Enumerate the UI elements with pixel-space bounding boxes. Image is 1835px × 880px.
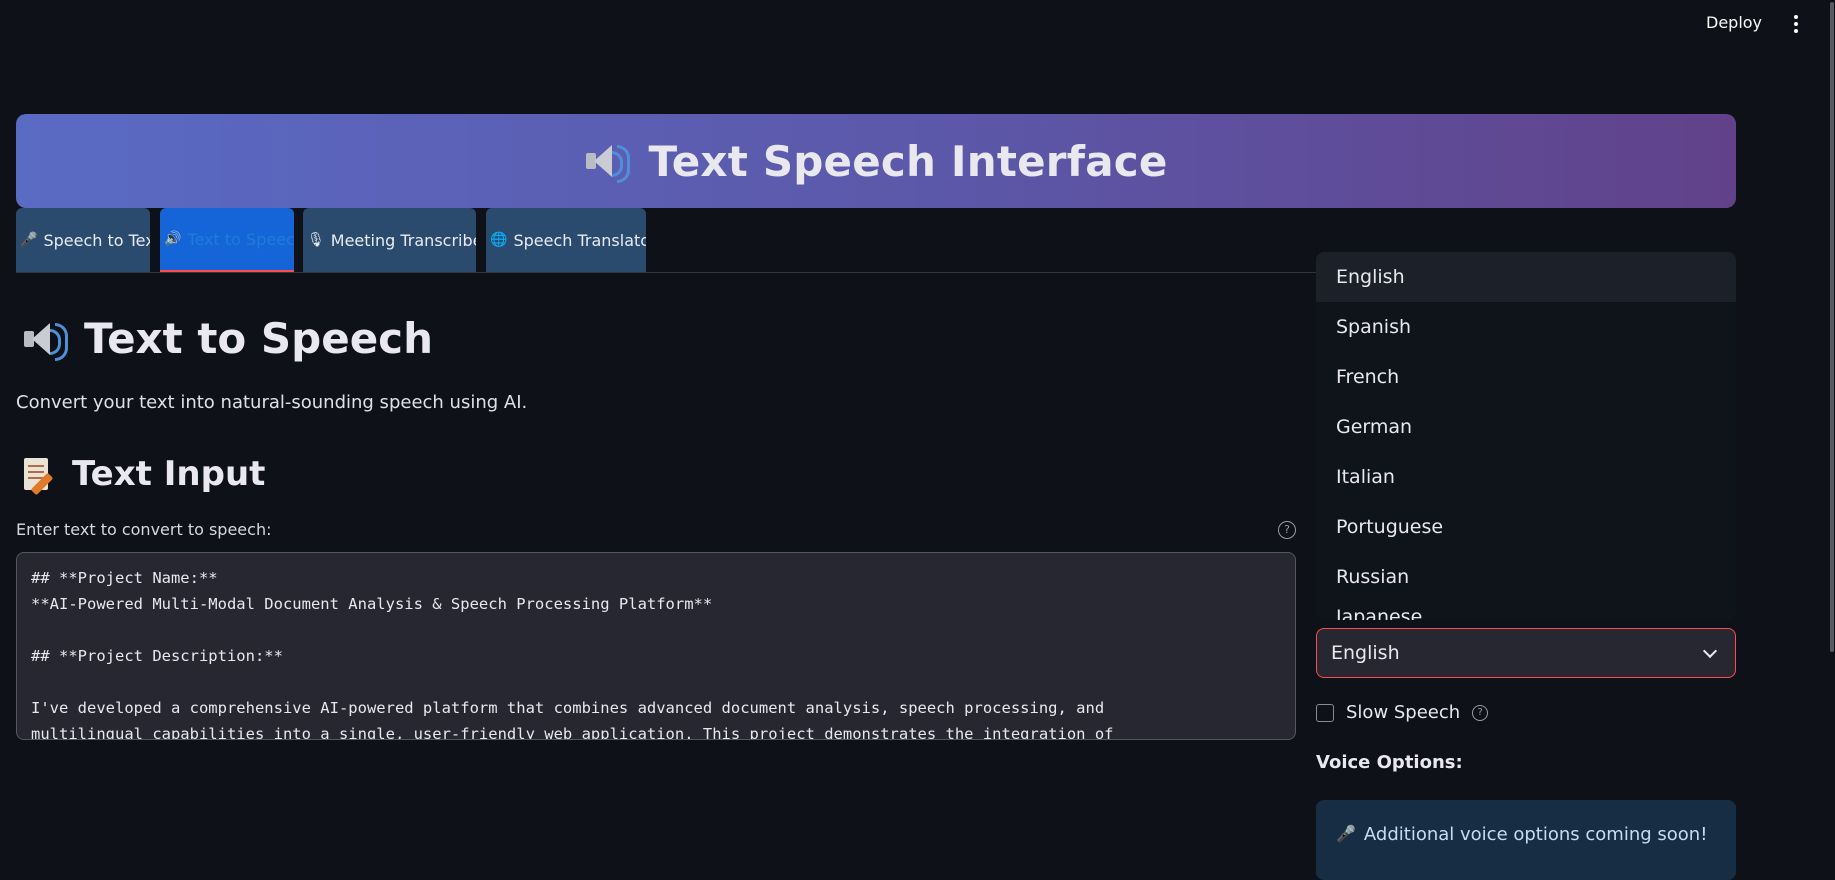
language-option[interactable]: French [1316,352,1736,402]
app-banner: Text Speech Interface [16,114,1736,208]
language-option[interactable]: Spanish [1316,302,1736,352]
language-option[interactable]: Portuguese [1316,502,1736,552]
voice-options-title: Voice Options: [1316,752,1463,773]
main-menu-icon[interactable] [1788,12,1804,36]
tab-speech-translator[interactable]: 🌐 Speech Translator [486,208,646,272]
voice-info-box: 🎤 Additional voice options coming soon! [1316,800,1736,880]
speaker-icon: 🔊 [164,231,182,247]
section-title-text-input: Text Input [22,454,266,496]
tab-meeting-transcriber[interactable]: 🎙 Meeting Transcriber [303,208,476,272]
text-input-area[interactable]: ## **Project Name:** **AI-Powered Multi-… [16,552,1296,740]
app-title: Text Speech Interface [648,136,1168,186]
language-option[interactable]: German [1316,402,1736,452]
slow-speech-row: Slow Speech ? [1316,702,1489,723]
speaker-icon [22,319,68,361]
page-title-text: Text to Speech [84,314,433,363]
language-dropdown-menu: English Spanish French German Italian Po… [1316,252,1736,620]
voice-info-text: Additional voice options coming soon! [1363,824,1708,845]
studio-microphone-icon: 🎙 [307,232,325,248]
input-label: Enter text to convert to speech: [16,520,272,539]
language-option[interactable]: English [1316,252,1736,302]
page-title: Text to Speech [22,314,433,363]
globe-icon: 🌐 [490,232,508,248]
language-option[interactable]: Italian [1316,452,1736,502]
language-selected-value: English [1331,642,1400,664]
tab-text-to-speech[interactable]: 🔊 Text to Speech [160,208,294,272]
page-description: Convert your text into natural-sounding … [16,392,528,413]
tab-label: Text to Speech [187,229,294,249]
top-bar: Deploy [0,0,1835,48]
tab-label: Speech to Text [43,230,150,250]
section-title-label: Text Input [72,454,266,494]
language-option[interactable]: Russian [1316,552,1736,602]
language-select[interactable]: English [1316,628,1736,678]
microphone-icon: 🎤 [1336,824,1356,843]
help-icon[interactable]: ? [1472,704,1489,721]
tab-label: Meeting Transcriber [330,230,476,250]
speaker-icon [584,141,631,183]
tab-label: Speech Translator [513,230,646,250]
chevron-down-icon [1702,643,1718,659]
slow-speech-label: Slow Speech [1346,702,1461,723]
memo-icon [22,456,56,496]
microphone-icon: 🎤 [20,232,38,248]
input-label-row: Enter text to convert to speech: ? [16,520,1296,542]
tab-speech-to-text[interactable]: 🎤 Speech to Text [16,208,150,272]
language-option[interactable]: Japanese [1316,602,1736,620]
scrollbar-thumb[interactable] [1830,2,1834,652]
help-icon[interactable]: ? [1278,521,1296,539]
deploy-button[interactable]: Deploy [1706,13,1762,32]
slow-speech-checkbox[interactable] [1316,703,1334,722]
